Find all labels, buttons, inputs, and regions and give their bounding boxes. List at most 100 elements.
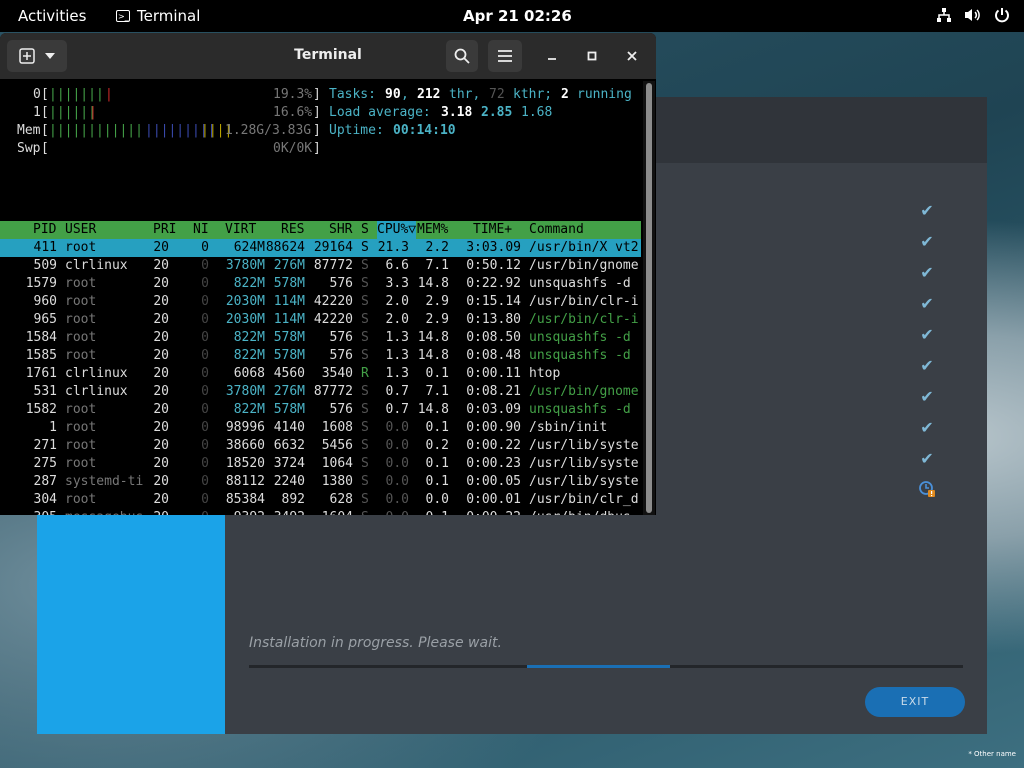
cell-state: S xyxy=(361,402,369,417)
col-mem[interactable]: MEM% xyxy=(417,221,448,239)
cell-user: root xyxy=(65,294,97,309)
col-user[interactable]: USER xyxy=(65,221,96,239)
cell-state: S xyxy=(361,420,369,435)
clock[interactable]: Apr 21 02:26 xyxy=(463,7,572,25)
cell-time: 0:22.92 xyxy=(466,276,521,291)
col-command[interactable]: Command xyxy=(529,221,584,239)
volume-icon xyxy=(965,9,980,21)
cell-shr: 5456 xyxy=(321,438,353,453)
process-row[interactable]: 411 20 0 624M 88624 29164 21.3 2.2 3:03.09 root S /… xyxy=(0,239,641,257)
cell-shr: 1604 xyxy=(322,509,353,515)
cell-state: S xyxy=(361,474,369,489)
cell-ni: 0 xyxy=(201,402,209,417)
new-tab-button[interactable] xyxy=(7,40,67,72)
terminal-titlebar[interactable]: Terminal xyxy=(0,33,656,79)
cell-cpu: 0.0 xyxy=(386,509,409,515)
process-row[interactable]: 305 20 0 9392 3492 1604 0.0 0.1 0:00.22 messagebu… xyxy=(0,509,641,515)
swp-value: 0K/0K xyxy=(273,141,313,156)
cell-state: S xyxy=(361,438,369,453)
exit-button[interactable]: EXIT xyxy=(865,687,965,717)
close-button[interactable] xyxy=(616,40,648,72)
cpu0-label: 0 xyxy=(33,87,41,102)
process-row[interactable]: 531 20 0 3780M 276M 87772 0.7 7.1 0:08.21 clrlinu… xyxy=(0,383,641,401)
cell-time: 0:08.21 xyxy=(466,384,521,399)
terminal-scrollbar[interactable] xyxy=(643,81,655,515)
cell-pid: 1579 xyxy=(25,276,57,291)
app-menu-label: Terminal xyxy=(137,7,201,25)
mem-bars-used: |||||||||||| xyxy=(49,123,143,138)
cell-res: 578M xyxy=(273,402,305,417)
cell-cpu: 0.0 xyxy=(385,492,409,507)
col-time[interactable]: TIME+ xyxy=(473,221,512,239)
cell-time: 0:00.90 xyxy=(466,420,521,435)
cell-user: root xyxy=(65,438,97,453)
cell-ni: 0 xyxy=(201,492,209,507)
cell-time: 0:00.23 xyxy=(466,456,521,471)
process-table-header[interactable]: PID USER PRI NI VIRT RES SHR S CPU%▽ MEM… xyxy=(0,221,641,239)
menu-button[interactable] xyxy=(488,40,522,72)
minimize-button[interactable] xyxy=(536,40,568,72)
maximize-button[interactable] xyxy=(576,40,608,72)
cell-ni: 0 xyxy=(201,330,209,345)
terminal-icon: >_ xyxy=(116,10,130,22)
scrollbar-thumb[interactable] xyxy=(646,83,652,513)
cell-shr: 576 xyxy=(329,348,353,363)
cell-command: unsquashfs -d xyxy=(529,402,631,417)
col-res[interactable]: RES xyxy=(281,221,304,239)
tasks-label: Tasks: xyxy=(329,87,376,102)
system-tray[interactable] xyxy=(936,7,1010,23)
col-pid[interactable]: PID xyxy=(33,221,56,239)
cell-virt: 822M xyxy=(233,276,265,291)
col-ni[interactable]: NI xyxy=(193,221,209,239)
process-row[interactable]: 1761 20 0 6068 4560 3540 1.3 0.1 0:00.11 clrlinux… xyxy=(0,365,641,383)
process-row[interactable]: 1584 20 0 822M 578M 576 1.3 14.8 0:08.50 root Suns… xyxy=(0,329,641,347)
cell-ni: 0 xyxy=(201,509,209,515)
cell-command: htop xyxy=(529,366,561,381)
cell-mem: 0.2 xyxy=(425,438,449,453)
cell-state: S xyxy=(361,258,369,273)
cell-command: /usr/lib/syste xyxy=(529,456,639,471)
col-shr[interactable]: SHR xyxy=(329,221,352,239)
col-virt[interactable]: VIRT xyxy=(225,221,256,239)
cell-user: root xyxy=(65,456,97,471)
process-row[interactable]: 965 20 0 2030M 114M 42220 2.0 2.9 0:13.80 root S/u… xyxy=(0,311,641,329)
search-button[interactable] xyxy=(446,40,478,72)
cell-pri: 20 xyxy=(153,384,169,399)
process-row[interactable]: 271 20 0 38660 6632 5456 0.0 0.2 0:00.22 root S/us… xyxy=(0,437,641,455)
process-row[interactable]: 960 20 0 2030M 114M 42220 2.0 2.9 0:15.14 root S/u… xyxy=(0,293,641,311)
process-row[interactable]: 1585 20 0 822M 578M 576 1.3 14.8 0:08.48 root Suns… xyxy=(0,347,641,365)
cell-virt: 18520 xyxy=(225,456,265,471)
footnote: * Other name xyxy=(968,750,1016,758)
col-cpu-sorted[interactable]: CPU%▽ xyxy=(377,221,417,239)
cell-cpu: 2.0 xyxy=(385,312,409,327)
chevron-down-icon[interactable] xyxy=(45,53,55,59)
cell-pri: 20 xyxy=(153,366,169,381)
threads-label: thr, xyxy=(449,87,481,102)
htop-output[interactable]: 0 [ ||||||| | 19.3% ] 1 [ |||||| | 16.6%… xyxy=(0,79,641,515)
step-checklist: ✔ ✔ ✔ ✔ ✔ ✔ ✔ ✔ ✔ xyxy=(915,201,939,511)
cell-virt: 822M xyxy=(233,348,265,363)
process-row[interactable]: 275 20 0 18520 3724 1064 0.0 0.1 0:00.23 root S/us… xyxy=(0,455,641,473)
cell-time: 0:00.05 xyxy=(466,474,521,489)
cell-state: S xyxy=(361,456,369,471)
uptime-line: Uptime: 00:14:10 xyxy=(329,122,641,140)
cell-cpu: 1.3 xyxy=(385,330,409,345)
cell-shr: 87772 xyxy=(313,258,353,273)
process-row[interactable]: 304 20 0 85384 892 628 0.0 0.0 0:00.01 root S/usr/… xyxy=(0,491,641,509)
process-row[interactable]: 287 20 0 88112 2240 1380 0.0 0.1 0:00.05 systemd-… xyxy=(0,473,641,491)
col-state[interactable]: S xyxy=(361,221,369,239)
process-row[interactable]: 1 20 0 98996 4140 1608 0.0 0.1 0:00.90 root S/sbin… xyxy=(0,419,641,437)
cell-pid: 305 xyxy=(34,509,57,515)
cell-res: 578M xyxy=(273,330,305,345)
check-icon: ✔ xyxy=(920,356,934,375)
col-pri[interactable]: PRI xyxy=(153,221,176,239)
process-row[interactable]: 509 20 0 3780M 276M 87772 6.6 7.1 0:50.12 clrlinu… xyxy=(0,257,641,275)
cpu0-value: 19.3% xyxy=(273,87,313,102)
cell-user: root xyxy=(65,402,97,417)
app-menu[interactable]: >_ Terminal xyxy=(116,7,200,25)
cell-res: 276M xyxy=(273,384,305,399)
activities-button[interactable]: Activities xyxy=(18,7,86,25)
process-row[interactable]: 1579 20 0 822M 578M 576 3.3 14.8 0:22.92 root Suns… xyxy=(0,275,641,293)
process-row[interactable]: 1582 20 0 822M 578M 576 0.7 14.8 0:03.09 root Suns… xyxy=(0,401,641,419)
cpu0-bars-kernel: | xyxy=(105,87,113,102)
